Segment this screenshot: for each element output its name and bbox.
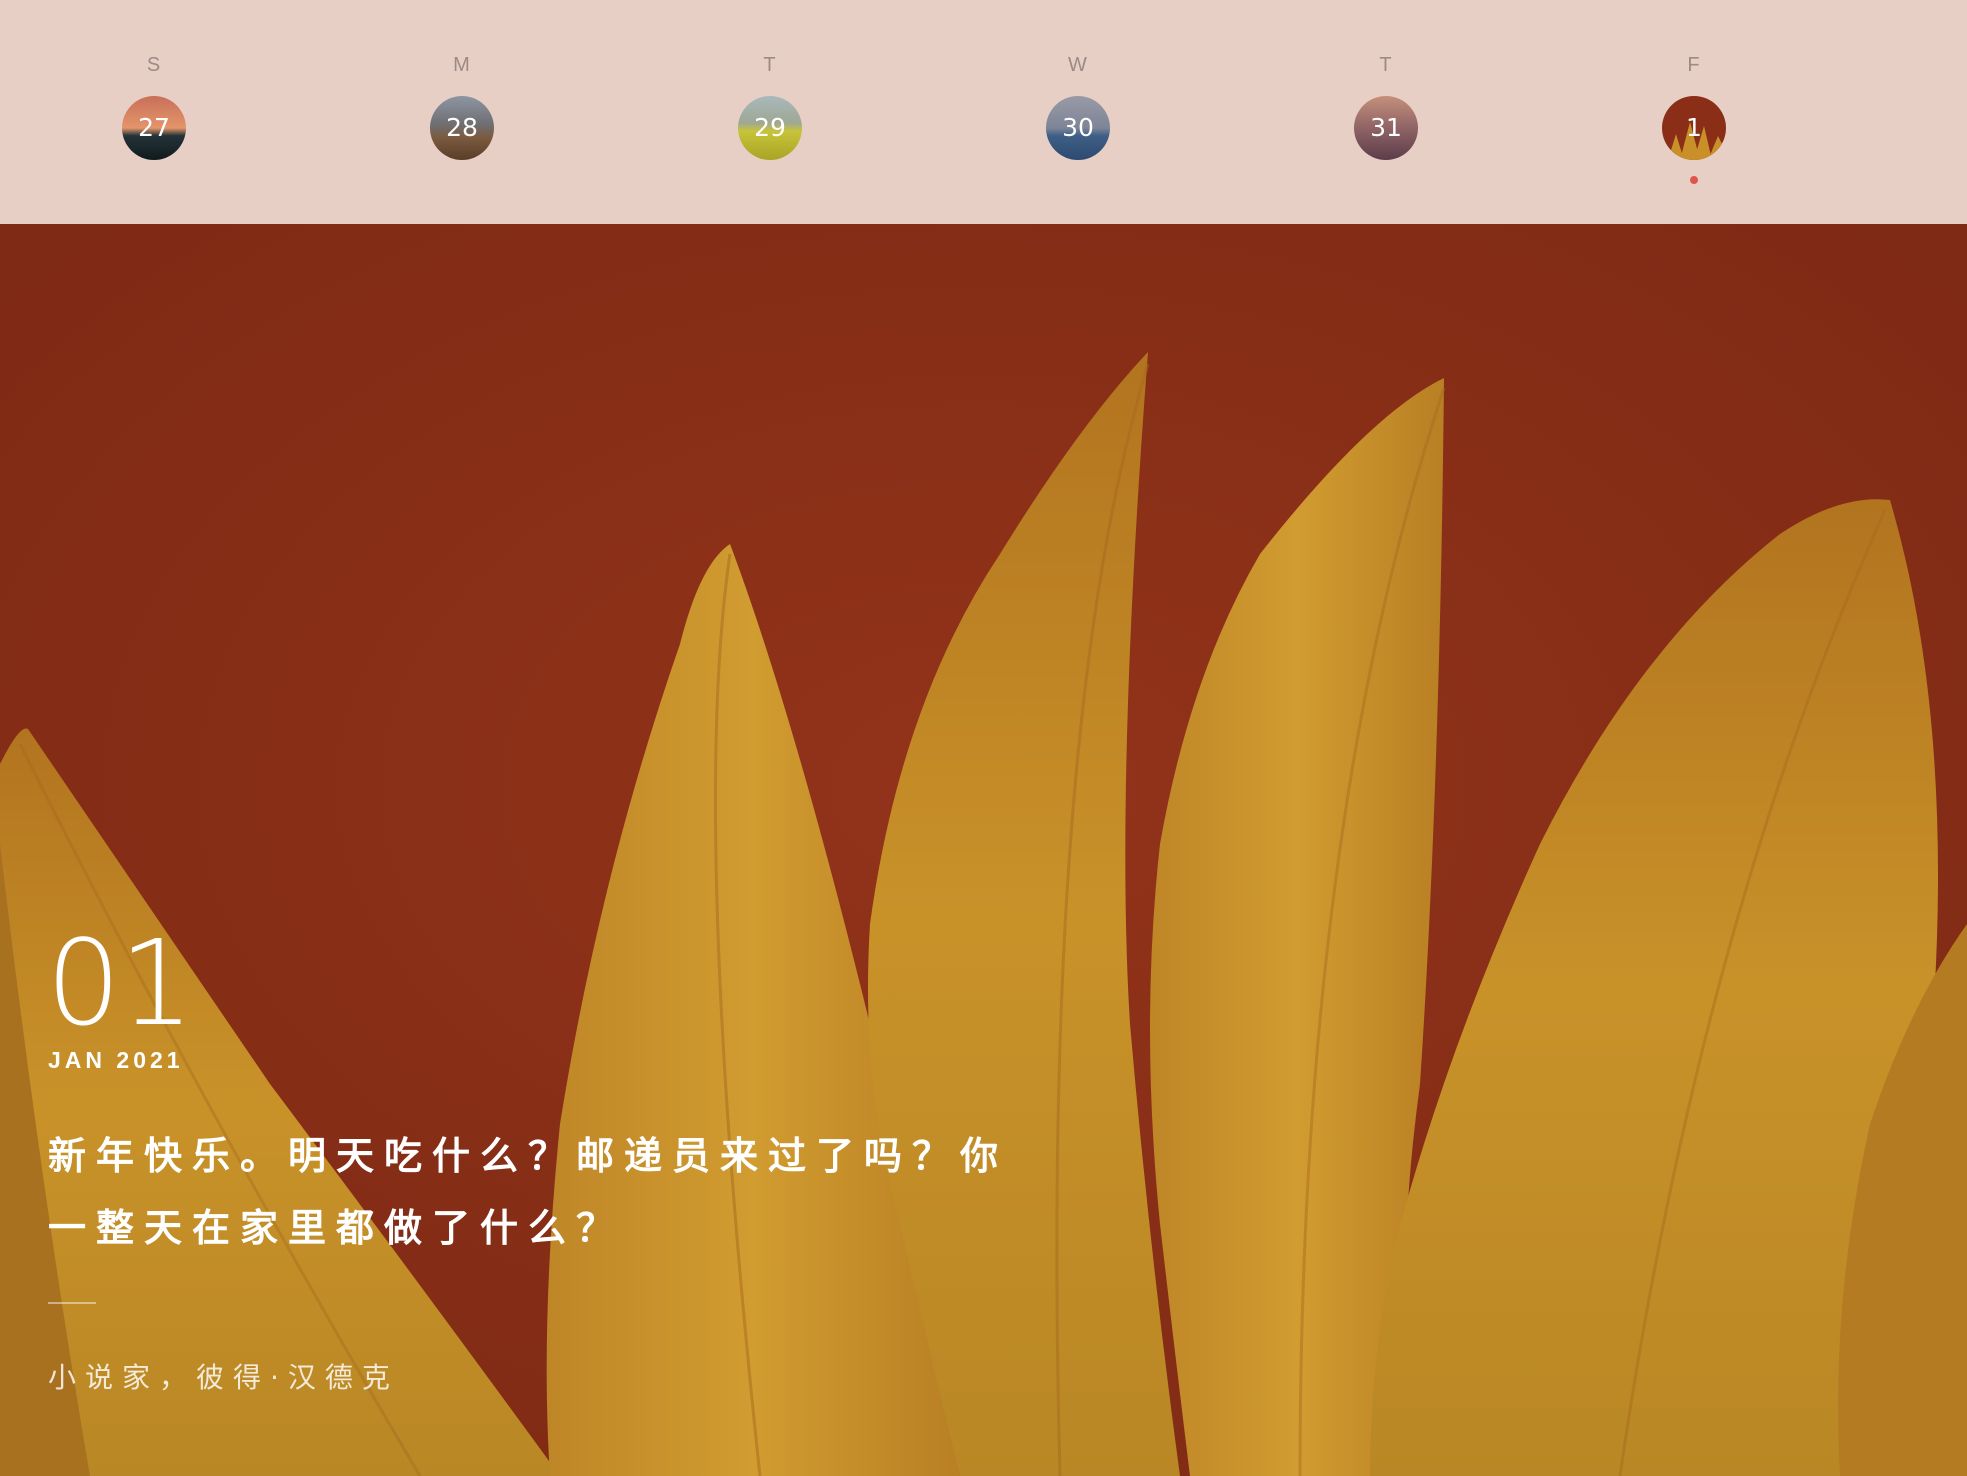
entry-month-year: JAN 2021 [48, 1047, 184, 1073]
day-number: 28 [446, 113, 478, 142]
entry-day-number: 01 [46, 914, 194, 1052]
day-number: 27 [138, 113, 170, 142]
day-tuesday[interactable]: T 29 [710, 0, 830, 224]
day-monday[interactable]: M 28 [402, 0, 522, 224]
day-thumbnail[interactable]: 31 [1354, 96, 1418, 160]
day-sunday[interactable]: S 27 [94, 0, 214, 224]
week-strip: S 27 M 28 T 29 W 30 T 31 F 1 [0, 0, 1967, 224]
day-thumbnail[interactable]: 29 [738, 96, 802, 160]
weekday-label: T [763, 54, 777, 76]
day-wednesday[interactable]: W 30 [1018, 0, 1138, 224]
quote-divider [48, 1302, 96, 1304]
weekday-label: F [1687, 54, 1701, 76]
day-thumbnail[interactable]: 28 [430, 96, 494, 160]
quote-line: 一整天在家里都做了什么？ [48, 1206, 625, 1250]
day-number: 1 [1686, 113, 1702, 142]
day-number: 29 [754, 113, 786, 142]
day-number: 31 [1370, 113, 1402, 142]
weekday-label: M [453, 54, 471, 76]
daily-quote: 新年快乐。明天吃什么？邮递员来过了吗？你 一整天在家里都做了什么？ [48, 1120, 1028, 1264]
calendar-page: S 27 M 28 T 29 W 30 T 31 F 1 01 JAN 2021… [0, 0, 1967, 1476]
day-friday-selected[interactable]: F 1 [1634, 0, 1754, 224]
weekday-label: W [1068, 54, 1088, 76]
sunflower-petals-image [0, 224, 1967, 1476]
day-thursday[interactable]: T 31 [1326, 0, 1446, 224]
quote-author: 小说家，彼得·汉德克 [48, 1361, 399, 1394]
day-thumbnail[interactable]: 1 [1662, 96, 1726, 160]
day-thumbnail[interactable]: 30 [1046, 96, 1110, 160]
day-thumbnail[interactable]: 27 [122, 96, 186, 160]
quote-line: 新年快乐。明天吃什么？邮递员来过了吗？你 [48, 1134, 1009, 1178]
day-number: 30 [1062, 113, 1094, 142]
daily-image [0, 224, 1967, 1476]
weekday-label: T [1379, 54, 1393, 76]
weekday-label: S [146, 54, 162, 76]
today-indicator-dot [1690, 176, 1698, 184]
